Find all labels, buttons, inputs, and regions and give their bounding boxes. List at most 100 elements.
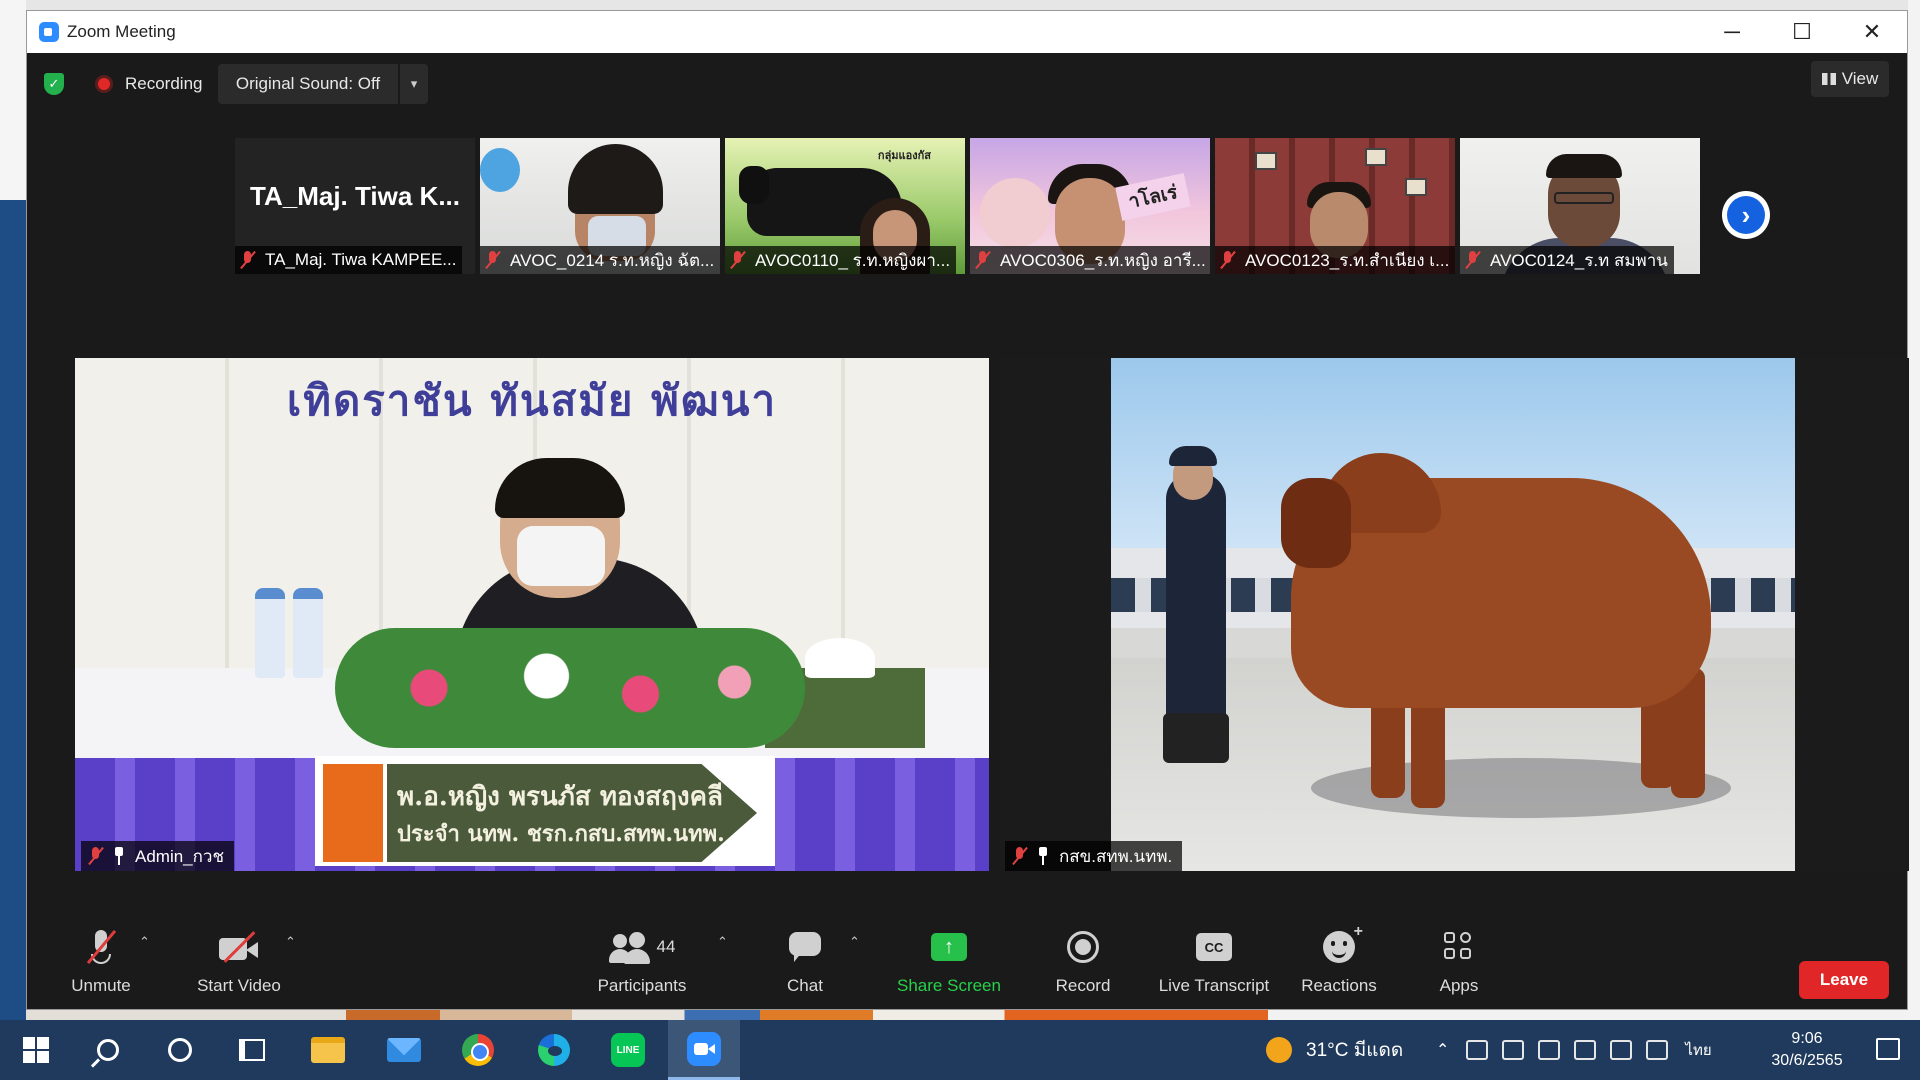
- participant-thumbnail[interactable]: กลุ่มแองกัส AVOC0110_ ร.ท.หญิงผา...: [725, 138, 965, 274]
- participant-thumbnail[interactable]: AVOC_0214 ร.ท.หญิง ฉัต...: [480, 138, 720, 274]
- participant-name-tag: Admin_กวช: [81, 841, 235, 871]
- taskbar-zoom[interactable]: [668, 1020, 740, 1080]
- participant-name: AVOC0124_ร.ท สมพาน: [1490, 250, 1668, 270]
- taskbar-edge[interactable]: [518, 1020, 590, 1080]
- apps-button[interactable]: Apps: [1419, 926, 1499, 1011]
- participant-name: กสข.สทพ.นทพ.: [1059, 846, 1173, 866]
- original-sound-dropdown[interactable]: ▾: [400, 64, 428, 104]
- weather-widget[interactable]: 31°C มีแดด: [1266, 1020, 1403, 1080]
- line-app-icon: LINE: [611, 1033, 645, 1067]
- leave-button[interactable]: Leave: [1799, 961, 1889, 999]
- live-transcript-button[interactable]: CC Live Transcript: [1149, 926, 1279, 1011]
- participant-name-tag: AVOC0123_ร.ท.สำเนียง เ...: [1215, 246, 1455, 274]
- weather-text: 31°C มีแดด: [1306, 1040, 1404, 1061]
- start-button[interactable]: [0, 1020, 72, 1080]
- participant-thumbnail[interactable]: AVOC0123_ร.ท.สำเนียง เ...: [1215, 138, 1455, 274]
- mic-muted-icon: [1219, 250, 1237, 270]
- input-language[interactable]: ไทย: [1685, 1038, 1711, 1062]
- participant-glasses: [1554, 192, 1614, 204]
- view-label: View: [1841, 69, 1879, 88]
- windows-taskbar: LINE 31°C มีแดด ⌃ ไทย 9:06 30/6/2565: [0, 1020, 1920, 1080]
- taskbar-task-view[interactable]: [216, 1020, 288, 1080]
- video-tile-left[interactable]: เทิดราชัน ทันสมัย พัฒนา พ.อ.หญิง พรนภัส …: [75, 358, 989, 871]
- volume-icon[interactable]: [1574, 1040, 1597, 1060]
- recording-label[interactable]: Recording: [125, 74, 203, 94]
- reactions-button[interactable]: + Reactions: [1289, 923, 1389, 1011]
- participants-options-caret[interactable]: ⌃: [717, 934, 728, 950]
- virtual-background-cow-head: [739, 166, 769, 204]
- video-options-caret[interactable]: ⌃: [285, 934, 296, 950]
- view-button[interactable]: View: [1811, 61, 1889, 97]
- participant-name-tag: TA_Maj. Tiwa KAMPEE...: [235, 246, 463, 274]
- title-bar: Zoom Meeting ─ ☐ ✕: [27, 11, 1907, 53]
- participant-name-tag: AVOC0306_ร.ท.หญิง อารี...: [970, 246, 1210, 274]
- unmute-button[interactable]: Unmute: [61, 926, 141, 1011]
- participant-thumbnail[interactable]: าโลเร่ AVOC0306_ร.ท.หญิง อารี...: [970, 138, 1210, 274]
- shield-check-icon[interactable]: ✓: [44, 73, 64, 95]
- battery-icon[interactable]: [1502, 1040, 1525, 1060]
- share-screen-button[interactable]: ↑ Share Screen: [889, 926, 1009, 1011]
- meeting-top-bar: ✓ Recording Original Sound: Off ▾ View: [27, 53, 1907, 113]
- taskbar-clock[interactable]: 9:06 30/6/2565: [1762, 1028, 1852, 1072]
- taskbar-chrome[interactable]: [442, 1020, 514, 1080]
- start-video-button[interactable]: Start Video: [179, 926, 299, 1011]
- wifi-icon[interactable]: [1646, 1040, 1669, 1060]
- original-sound-button[interactable]: Original Sound: Off: [218, 64, 398, 104]
- mic-off-icon: [83, 928, 119, 966]
- water-bottle: [255, 588, 285, 678]
- participants-button[interactable]: 44 Participants: [587, 926, 697, 1011]
- water-bottle: [293, 588, 323, 678]
- participant-thumbnail[interactable]: AVOC0124_ร.ท สมพาน: [1460, 138, 1700, 274]
- spotlight-pin-icon: [1037, 847, 1049, 865]
- show-hidden-icons[interactable]: ⌃: [1436, 1040, 1449, 1060]
- share-screen-icon: ↑: [931, 933, 967, 961]
- tissue: [805, 638, 875, 678]
- participant-name-tag: AVOC0124_ร.ท สมพาน: [1460, 246, 1674, 274]
- taskbar-cortana[interactable]: [144, 1020, 216, 1080]
- mic-muted-icon: [729, 250, 747, 270]
- cortana-icon: [168, 1038, 192, 1062]
- meeting-controls-toolbar: Unmute ⌃ Start Video ⌃ 44 Participants ⌃…: [27, 923, 1907, 1011]
- microphone-icon[interactable]: [1538, 1040, 1561, 1060]
- video-scene-object: [480, 148, 520, 192]
- participant-thumbnail[interactable]: TA_Maj. Tiwa K... TA_Maj. Tiwa KAMPEE...: [235, 138, 475, 274]
- closed-caption-icon: CC: [1196, 933, 1232, 961]
- record-label: Record: [1055, 976, 1111, 995]
- participant-hair: [568, 144, 663, 214]
- display-icon[interactable]: [1610, 1040, 1633, 1060]
- task-view-icon: [239, 1039, 265, 1061]
- taskbar-file-explorer[interactable]: [292, 1020, 364, 1080]
- nameplate-name: พ.อ.หญิง พรนภัส ทองสฤงคลี: [397, 782, 723, 812]
- shared-photo-bull: [1111, 358, 1795, 871]
- meet-now-icon[interactable]: [1466, 1040, 1489, 1060]
- record-button[interactable]: Record: [1043, 926, 1123, 1011]
- notification-center-icon[interactable]: [1876, 1038, 1900, 1060]
- maximize-button[interactable]: ☐: [1767, 11, 1837, 53]
- gallery-strip: TA_Maj. Tiwa K... TA_Maj. Tiwa KAMPEE...…: [235, 138, 1700, 274]
- mic-muted-icon: [239, 250, 257, 270]
- minimize-button[interactable]: ─: [1697, 11, 1767, 53]
- windows-logo-icon: [23, 1037, 49, 1063]
- audio-options-caret[interactable]: ⌃: [139, 934, 150, 950]
- taskbar-mail[interactable]: [368, 1020, 440, 1080]
- video-tile-right[interactable]: กสข.สทพ.นทพ.: [999, 358, 1909, 871]
- participant-name: AVOC0123_ร.ท.สำเนียง เ...: [1245, 250, 1450, 270]
- chat-options-caret[interactable]: ⌃: [849, 934, 860, 950]
- speaker-mask: [517, 526, 605, 586]
- chat-button[interactable]: Chat: [775, 926, 835, 1011]
- mic-muted-icon: [1464, 250, 1482, 270]
- sun-icon: [1266, 1037, 1292, 1063]
- main-video-area: เทิดราชัน ทันสมัย พัฒนา พ.อ.หญิง พรนภัส …: [75, 358, 1909, 871]
- chat-icon: [789, 932, 821, 962]
- edge-icon: [538, 1034, 570, 1066]
- close-button[interactable]: ✕: [1837, 11, 1907, 53]
- chevron-right-icon: ›: [1727, 196, 1765, 234]
- spotlight-pin-icon: [113, 847, 125, 865]
- system-tray: ⌃ ไทย: [1436, 1020, 1712, 1080]
- participant-name: Admin_กวช: [135, 846, 225, 866]
- desktop-background-top: [0, 0, 1920, 10]
- taskbar-line[interactable]: LINE: [592, 1020, 664, 1080]
- taskbar-search[interactable]: [72, 1020, 144, 1080]
- next-page-button[interactable]: ›: [1722, 191, 1770, 239]
- handler-boots: [1163, 713, 1229, 763]
